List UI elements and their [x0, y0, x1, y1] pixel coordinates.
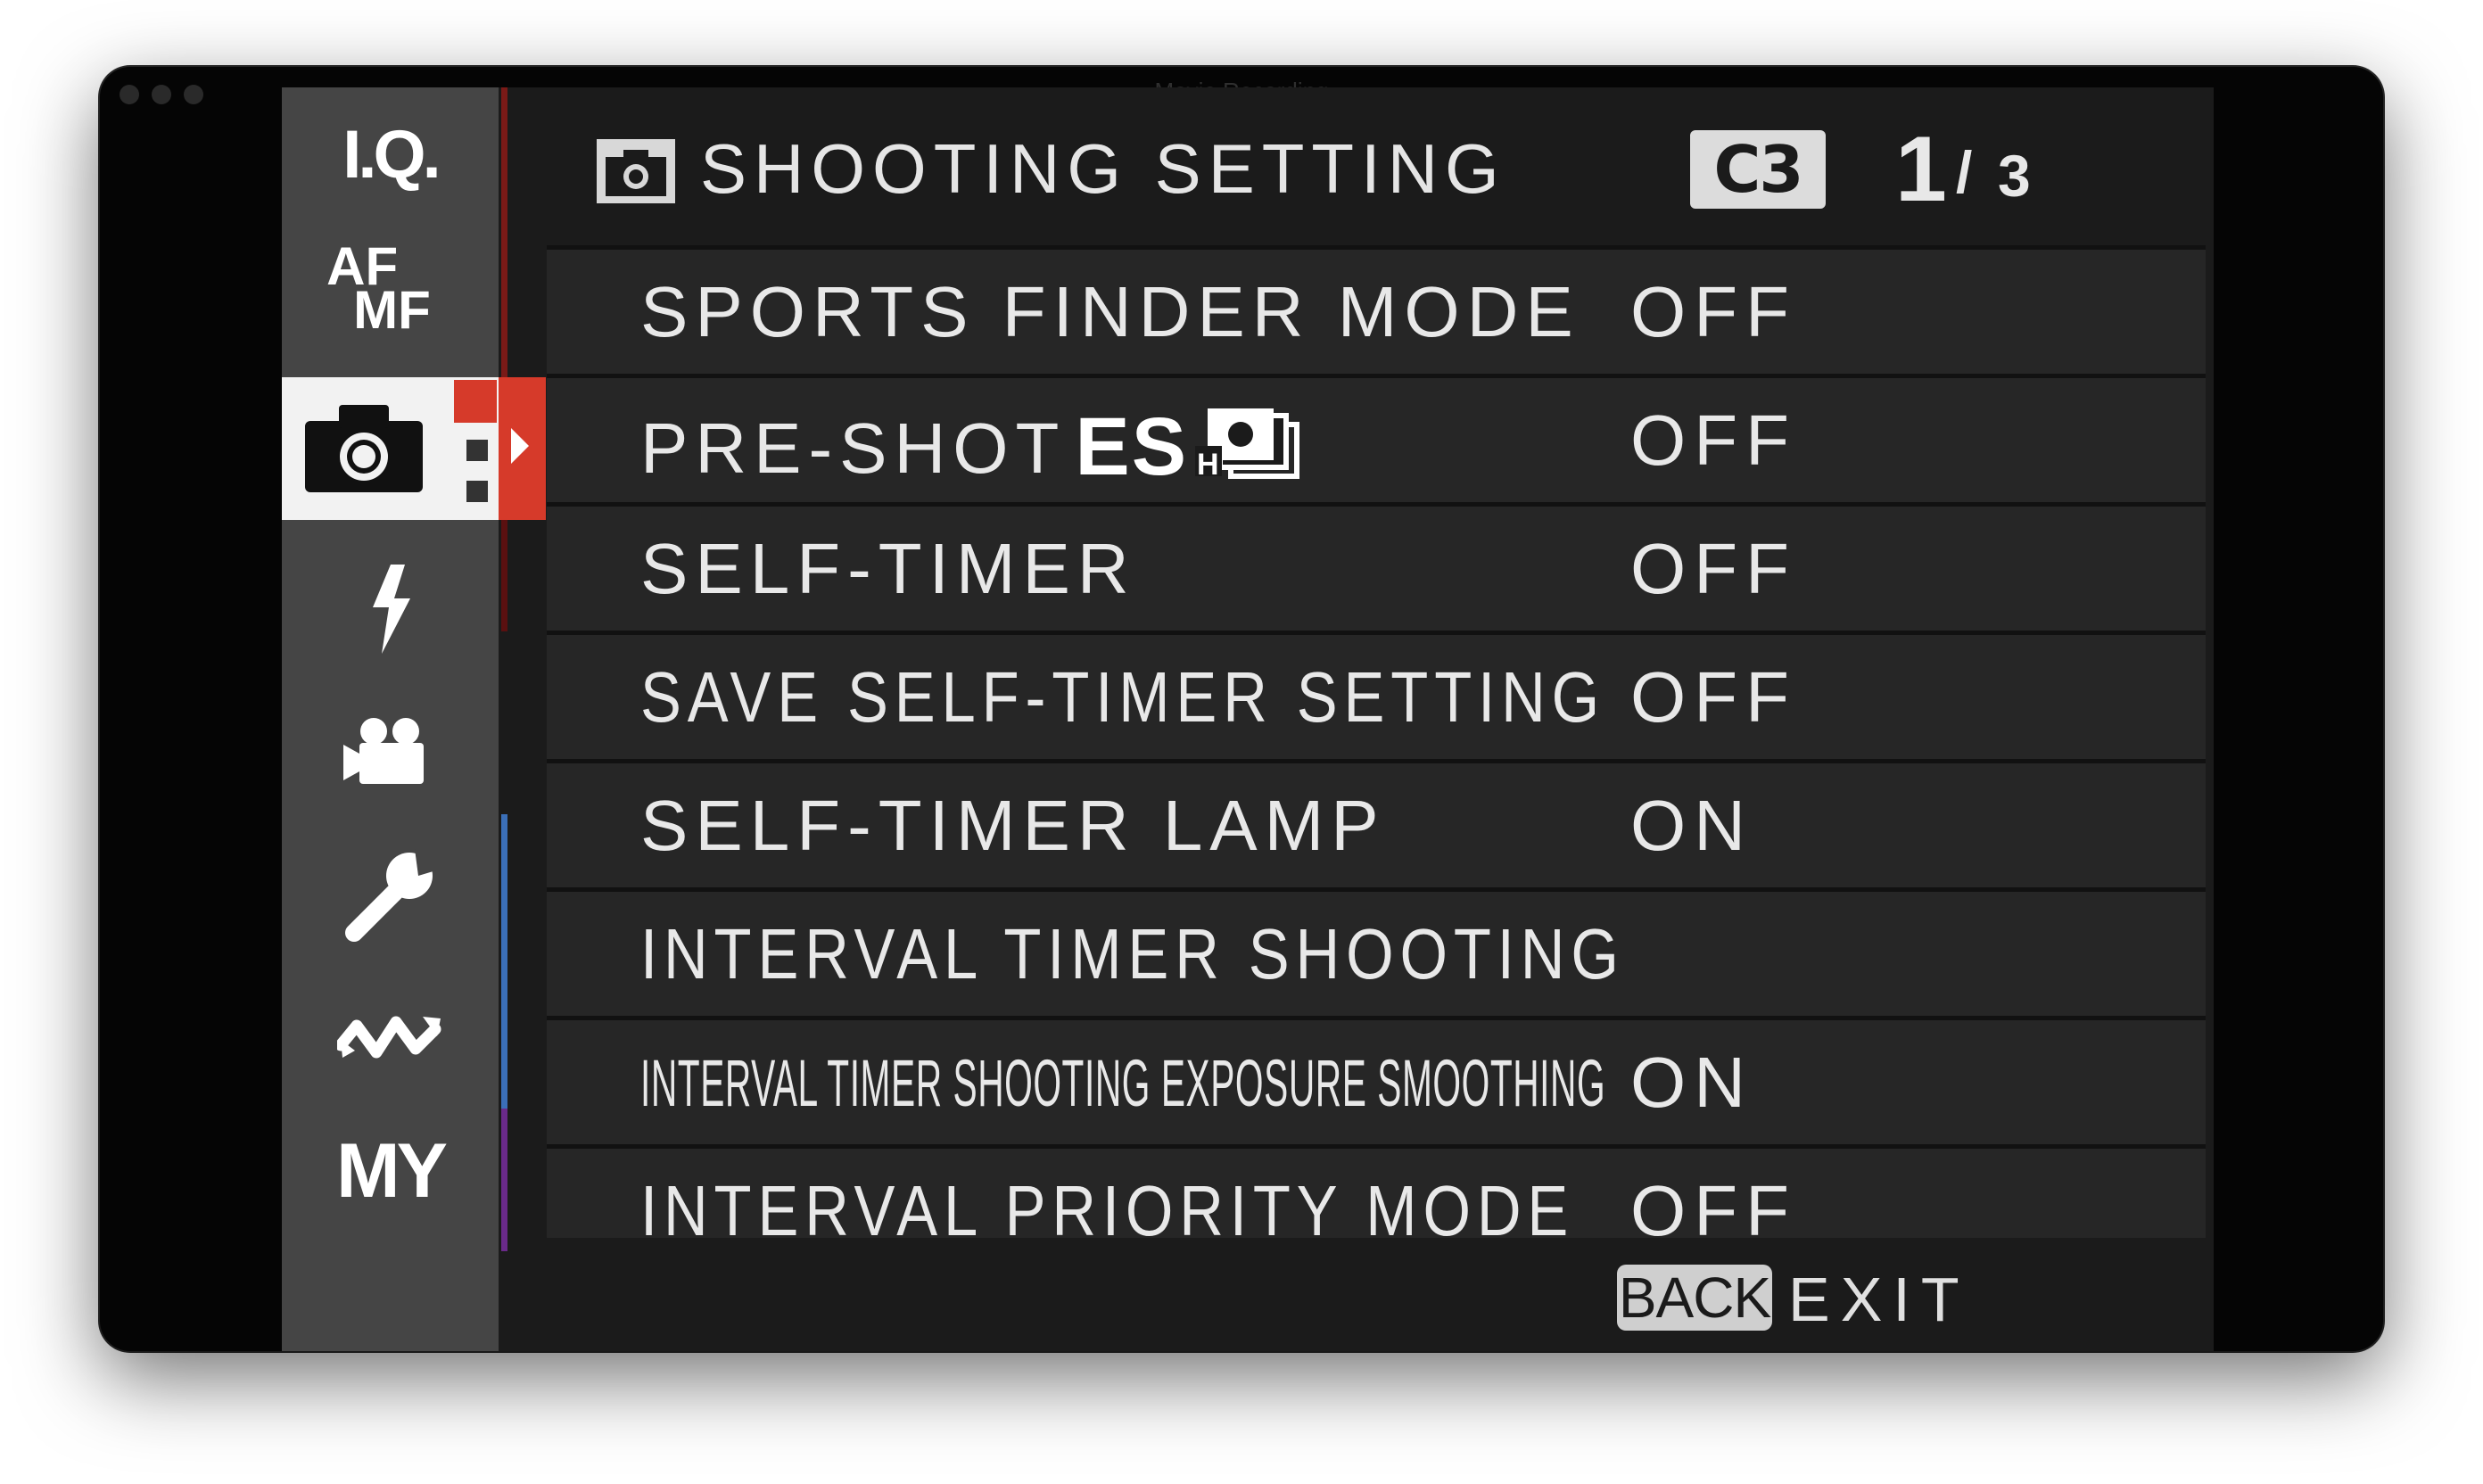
sidebar-item-connection[interactable] [282, 970, 499, 1104]
sidebar-item-af-mf[interactable]: AF MF [282, 221, 499, 355]
menu-sidebar: I.Q. AF MF MY [282, 87, 499, 1351]
menu-row-label: SELF-TIMER LAMP [640, 786, 1386, 865]
back-button[interactable]: BACK [1617, 1265, 1772, 1331]
sidebar-item-flash[interactable] [282, 542, 499, 676]
page-dot [466, 481, 488, 502]
menu-row-label: SAVE SELF-TIMER SETTING [640, 657, 1606, 737]
camera-icon [301, 401, 426, 496]
menu-row-interval-timer-shooting[interactable]: INTERVAL TIMER SHOOTING [547, 887, 2206, 1016]
custom-set-badge: C3 [1690, 130, 1826, 209]
strip-blue [501, 814, 507, 1109]
page-number-current: 1 [1895, 118, 1947, 221]
app-window: Movie Recording I.Q. AF MF [100, 67, 2383, 1351]
menu-row-label: SPORTS FINDER MODE [640, 272, 1580, 351]
page-number-total: 3 [1998, 143, 2031, 209]
page-dot-active [454, 380, 497, 423]
menu-row-label: INTERVAL TIMER SHOOTING EXPOSURE SMOOTHI… [640, 1046, 1606, 1120]
sidebar-item-setup[interactable] [282, 828, 499, 961]
selected-tab-marker [499, 377, 546, 520]
menu-row-label: INTERVAL TIMER SHOOTING [640, 914, 1625, 993]
menu-row-value: OFF [1630, 272, 1797, 351]
wrench-icon [342, 845, 440, 944]
svg-text:H: H [1197, 448, 1226, 480]
strip-dark-red [501, 515, 507, 631]
menu-row-label: PRE-SHOT ES H [640, 405, 1302, 491]
page-number-separator: / [1956, 139, 1973, 205]
menu-row-self-timer-lamp[interactable]: SELF-TIMER LAMP ON [547, 759, 2206, 887]
menu-row-save-self-timer-setting[interactable]: SAVE SELF-TIMER SETTING OFF [547, 631, 2206, 759]
caret-right-icon [511, 428, 529, 464]
menu-row-sports-finder-mode[interactable]: SPORTS FINDER MODE OFF [547, 245, 2206, 374]
exit-label: EXIT [1788, 1265, 1970, 1334]
menu-row-self-timer[interactable]: SELF-TIMER OFF [547, 502, 2206, 631]
flash-icon [364, 565, 417, 654]
menu-footer: BACK EXIT [547, 1238, 2206, 1351]
sidebar-item-movie-setting[interactable] [282, 685, 499, 819]
wireless-icon [336, 1006, 444, 1068]
menu-row-value: ON [1630, 786, 1753, 865]
strip-purple [501, 1109, 507, 1251]
menu-row-pre-shot-es[interactable]: PRE-SHOT ES H OFF [547, 374, 2206, 502]
tab-color-strip [499, 87, 510, 1351]
menu-row-interval-timer-exposure-smoothing[interactable]: INTERVAL TIMER SHOOTING EXPOSURE SMOOTHI… [547, 1016, 2206, 1144]
image-quality-icon: I.Q. [342, 116, 441, 193]
movie-camera-icon [342, 716, 440, 787]
burst-shooting-icon: H [1195, 405, 1302, 491]
menu-row-label: INTERVAL PRIORITY MODE [640, 1171, 1575, 1250]
menu-row-value: ON [1630, 1043, 1753, 1122]
camera-small-icon [595, 137, 677, 209]
menu-row-label: SELF-TIMER [640, 529, 1136, 608]
menu-row-value: OFF [1630, 529, 1797, 608]
menu-row-value: OFF [1630, 657, 1797, 737]
af-mf-icon: AF MF [326, 235, 431, 340]
camera-menu-screen: I.Q. AF MF MY SHOOTING SETTING C3 1 / 3 … [282, 87, 2214, 1351]
page-title: SHOOTING SETTING [700, 129, 1506, 208]
sidebar-item-image-quality[interactable]: I.Q. [282, 87, 499, 221]
es-icon: ES [1075, 401, 1189, 492]
menu-row-value: OFF [1630, 400, 1797, 480]
menu-row-value: OFF [1630, 1171, 1797, 1250]
menu-header: SHOOTING SETTING C3 1 / 3 [547, 87, 2206, 245]
page-indicator-dots [454, 377, 499, 520]
my-menu-icon: MY [336, 1127, 448, 1214]
sidebar-item-my-menu[interactable]: MY [282, 1104, 499, 1238]
page-dot [466, 440, 488, 461]
